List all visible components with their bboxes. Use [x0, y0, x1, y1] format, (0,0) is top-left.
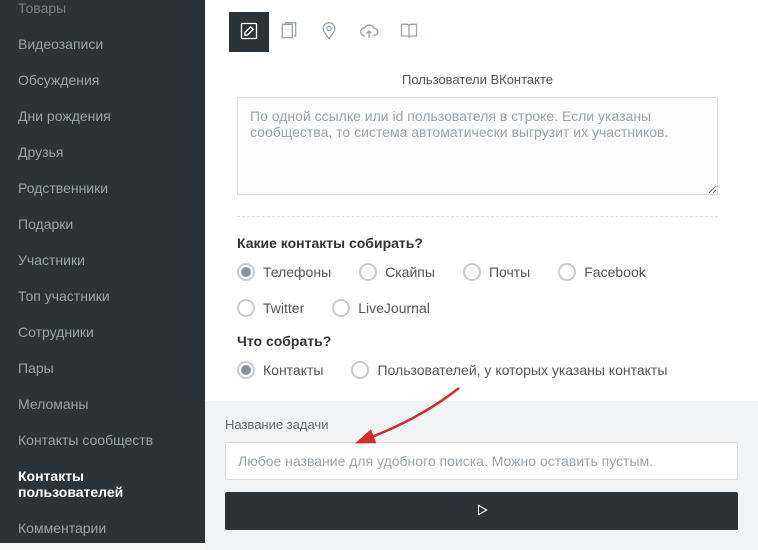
radio-label: Twitter — [263, 300, 304, 316]
sidebar-item-top-members[interactable]: Топ участники — [0, 278, 205, 314]
sidebar-item-label: Пары — [18, 360, 54, 376]
radio-label: LiveJournal — [358, 300, 430, 316]
radio-circle-icon — [332, 299, 350, 317]
sidebar-item-members[interactable]: Участники — [0, 242, 205, 278]
divider — [237, 216, 718, 217]
sidebar-item-community-contacts[interactable]: Контакты сообществ — [0, 422, 205, 458]
radio-skypes[interactable]: Скайпы — [359, 263, 435, 281]
radio-label: Почты — [489, 264, 530, 280]
location-icon — [319, 21, 339, 44]
edit-icon — [239, 21, 259, 44]
sidebar-item-relatives[interactable]: Родственники — [0, 170, 205, 206]
radio-label: Facebook — [584, 264, 645, 280]
sidebar-item-employees[interactable]: Сотрудники — [0, 314, 205, 350]
users-section-title: Пользователи ВКонтакте — [217, 64, 738, 97]
radio-phones[interactable]: Телефоны — [237, 263, 331, 281]
radio-collect-contacts[interactable]: Контакты — [237, 361, 323, 379]
sidebar-item-label: Родственники — [18, 180, 108, 196]
radio-label: Телефоны — [263, 264, 331, 280]
sidebar-item-gifts[interactable]: Подарки — [0, 206, 205, 242]
sidebar-item-label: Видеозаписи — [18, 36, 103, 52]
sidebar-item-label: Контакты пользователей — [18, 468, 123, 500]
sidebar-item-label: Дни рождения — [18, 108, 111, 124]
radio-circle-icon — [463, 263, 481, 281]
tab-copy[interactable] — [269, 12, 309, 52]
tab-upload[interactable] — [349, 12, 389, 52]
radio-twitter[interactable]: Twitter — [237, 299, 304, 317]
radio-circle-icon — [237, 263, 255, 281]
sidebar-item-birthdays[interactable]: Дни рождения — [0, 98, 205, 134]
contacts-group: Какие контакты собирать? Телефоны Скайпы… — [217, 235, 738, 333]
sidebar-item-friends[interactable]: Друзья — [0, 134, 205, 170]
sidebar-item-label: Контакты сообществ — [18, 432, 153, 448]
radio-circle-icon — [237, 299, 255, 317]
sidebar-item-label: Друзья — [18, 144, 63, 160]
main-content: Пользователи ВКонтакте Какие контакты со… — [205, 0, 758, 543]
sidebar-item-label: Подарки — [18, 216, 73, 232]
radio-label: Контакты — [263, 362, 323, 378]
sidebar-item-user-contacts[interactable]: Контакты пользователей — [0, 458, 205, 510]
tab-bar — [217, 0, 758, 64]
sidebar-item-videos[interactable]: Видеозаписи — [0, 26, 205, 62]
sidebar-item-label: Сотрудники — [18, 324, 94, 340]
radio-circle-icon — [237, 361, 255, 379]
sidebar-item-comments[interactable]: Комментарии — [0, 510, 205, 543]
sidebar-item-label: Участники — [18, 252, 85, 268]
sidebar: Товары Видеозаписи Обсуждения Дни рожден… — [0, 0, 205, 543]
tab-location[interactable] — [309, 12, 349, 52]
sidebar-item-discussions[interactable]: Обсуждения — [0, 62, 205, 98]
sidebar-item-label: Меломаны — [18, 396, 88, 412]
radio-circle-icon — [351, 361, 369, 379]
sidebar-item-label: Обсуждения — [18, 72, 99, 88]
radio-label: Пользователей, у которых указаны контакт… — [377, 362, 667, 378]
sidebar-item-label: Товары — [18, 0, 66, 16]
radio-emails[interactable]: Почты — [463, 263, 530, 281]
tab-book[interactable] — [389, 12, 429, 52]
radio-collect-users[interactable]: Пользователей, у которых указаны контакт… — [351, 361, 667, 379]
collect-group-title: Что собрать? — [237, 333, 718, 349]
sidebar-item-label: Топ участники — [18, 288, 110, 304]
task-label: Название задачи — [225, 417, 738, 432]
copy-icon — [279, 21, 299, 44]
contacts-group-title: Какие контакты собирать? — [237, 235, 718, 251]
task-section: Название задачи — [205, 401, 758, 550]
tab-edit[interactable] — [229, 12, 269, 52]
cloud-upload-icon — [358, 21, 380, 44]
sidebar-item-couples[interactable]: Пары — [0, 350, 205, 386]
radio-livejournal[interactable]: LiveJournal — [332, 299, 430, 317]
users-textarea[interactable] — [237, 97, 718, 195]
sidebar-item-label: Комментарии — [18, 520, 106, 536]
collect-group: Что собрать? Контакты Пользователей, у к… — [217, 333, 738, 395]
task-name-input[interactable] — [225, 442, 738, 480]
sidebar-item-goods[interactable]: Товары — [0, 0, 205, 26]
run-button[interactable] — [225, 492, 738, 530]
play-icon — [475, 503, 489, 520]
book-icon — [399, 21, 419, 44]
radio-facebook[interactable]: Facebook — [558, 263, 645, 281]
sidebar-item-music-fans[interactable]: Меломаны — [0, 386, 205, 422]
radio-circle-icon — [558, 263, 576, 281]
radio-circle-icon — [359, 263, 377, 281]
radio-label: Скайпы — [385, 264, 435, 280]
